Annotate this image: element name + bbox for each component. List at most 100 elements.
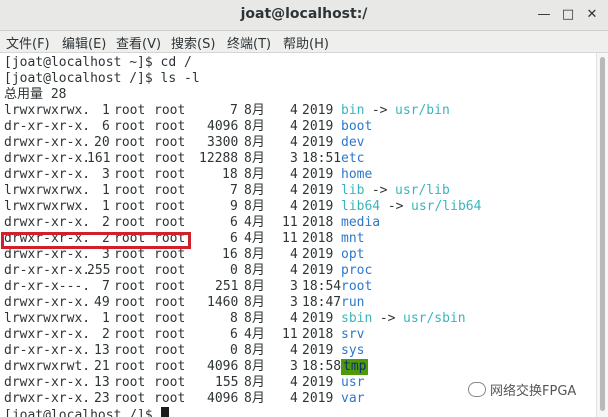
file-name: dev xyxy=(341,135,365,150)
month: 8月 xyxy=(244,199,265,214)
link-count: 2 xyxy=(102,215,110,230)
file-name: proc xyxy=(341,263,373,278)
menu-view[interactable]: 查看(V) xyxy=(116,33,161,52)
file-size: 4096 xyxy=(207,119,239,134)
file-size: 251 xyxy=(215,279,239,294)
terminal-line: 总用量 28 xyxy=(4,87,67,102)
link-count: 13 xyxy=(94,343,110,358)
file-size: 8 xyxy=(230,311,238,326)
file-size: 6 xyxy=(230,231,238,246)
owner: root xyxy=(114,311,146,326)
menu-file[interactable]: 文件(F) xyxy=(6,33,50,52)
month: 8月 xyxy=(244,119,265,134)
permissions: drwxr-xr-x. xyxy=(4,391,91,406)
owner: root xyxy=(114,327,146,342)
symlink-arrow: -> xyxy=(364,103,396,118)
maximize-icon[interactable]: □ xyxy=(559,6,577,24)
day: 4 xyxy=(290,119,298,134)
group: root xyxy=(154,263,186,278)
permissions: drwxr-xr-x. xyxy=(4,135,91,150)
month: 8月 xyxy=(244,103,265,118)
scrollbar-thumb[interactable] xyxy=(600,57,605,411)
link-count: 21 xyxy=(94,359,110,374)
file-size: 18 xyxy=(222,167,238,182)
symlink-arrow: -> xyxy=(364,183,396,198)
time-or-year: 2018 xyxy=(302,215,334,230)
link-count: 161 xyxy=(87,151,111,166)
minimize-icon[interactable]: — xyxy=(535,6,553,24)
time-or-year: 18:54 xyxy=(302,279,342,294)
permissions: drwxr-xr-x. xyxy=(4,167,91,182)
time-or-year: 18:58 xyxy=(302,359,342,374)
file-name: tmp xyxy=(341,359,369,375)
month: 8月 xyxy=(244,359,265,374)
group: root xyxy=(154,247,186,262)
group: root xyxy=(154,199,186,214)
owner: root xyxy=(114,151,146,166)
terminal-scrollbar[interactable] xyxy=(596,53,608,417)
group: root xyxy=(154,135,186,150)
owner: root xyxy=(114,183,146,198)
terminal-line: [joat@localhost ~]$ cd / xyxy=(4,55,192,70)
permissions: dr-xr-x---. xyxy=(4,279,91,294)
time-or-year: 2019 xyxy=(302,103,334,118)
close-icon[interactable]: ✕ xyxy=(583,6,601,24)
link-count: 13 xyxy=(94,375,110,390)
day: 11 xyxy=(282,215,298,230)
time-or-year: 2019 xyxy=(302,391,334,406)
file-size: 7 xyxy=(230,183,238,198)
symlink-arrow: -> xyxy=(372,311,404,326)
file-name: opt xyxy=(341,247,365,262)
file-size: 0 xyxy=(230,263,238,278)
day: 4 xyxy=(290,391,298,406)
month: 4月 xyxy=(244,327,265,342)
file-size: 9 xyxy=(230,199,238,214)
time-or-year: 18:47 xyxy=(302,295,342,310)
time-or-year: 2019 xyxy=(302,135,334,150)
permissions: drwxr-xr-x. xyxy=(4,247,91,262)
time-or-year: 2019 xyxy=(302,119,334,134)
symlink-target: usr/lib xyxy=(395,183,450,198)
file-name: home xyxy=(341,167,373,182)
time-or-year: 2019 xyxy=(302,247,334,262)
file-size: 12288 xyxy=(199,151,239,166)
file-name: sys xyxy=(341,343,365,358)
time-or-year: 2019 xyxy=(302,183,334,198)
group: root xyxy=(154,295,186,310)
group: root xyxy=(154,311,186,326)
owner: root xyxy=(114,135,146,150)
time-or-year: 2018 xyxy=(302,231,334,246)
month: 8月 xyxy=(244,295,265,310)
time-or-year: 2019 xyxy=(302,311,334,326)
link-count: 1 xyxy=(102,183,110,198)
symlink-target: usr/sbin xyxy=(403,311,466,326)
permissions: lrwxrwxrwx. xyxy=(4,103,91,118)
month: 8月 xyxy=(244,151,265,166)
permissions: dr-xr-xr-x. xyxy=(4,119,91,134)
menu-terminal[interactable]: 终端(T) xyxy=(227,33,271,52)
menu-help[interactable]: 帮助(H) xyxy=(283,33,329,52)
day: 4 xyxy=(290,263,298,278)
menu-search[interactable]: 搜索(S) xyxy=(171,33,215,52)
day: 3 xyxy=(290,359,298,374)
month: 8月 xyxy=(244,135,265,150)
group: root xyxy=(154,103,186,118)
file-size: 1460 xyxy=(207,295,239,310)
owner: root xyxy=(114,375,146,390)
owner: root xyxy=(114,279,146,294)
link-count: 20 xyxy=(94,135,110,150)
file-size: 7 xyxy=(230,103,238,118)
terminal-line: [joat@localhost /]$ ls -l xyxy=(4,71,200,86)
day: 4 xyxy=(290,103,298,118)
link-count: 1 xyxy=(102,311,110,326)
group: root xyxy=(154,359,186,374)
file-name: lib xyxy=(341,183,365,198)
file-size: 16 xyxy=(222,247,238,262)
file-size: 3300 xyxy=(207,135,239,150)
menu-edit[interactable]: 编辑(E) xyxy=(62,33,106,52)
group: root xyxy=(154,279,186,294)
link-count: 1 xyxy=(102,103,110,118)
file-name: var xyxy=(341,391,365,406)
time-or-year: 2019 xyxy=(302,199,334,214)
link-count: 7 xyxy=(102,279,110,294)
